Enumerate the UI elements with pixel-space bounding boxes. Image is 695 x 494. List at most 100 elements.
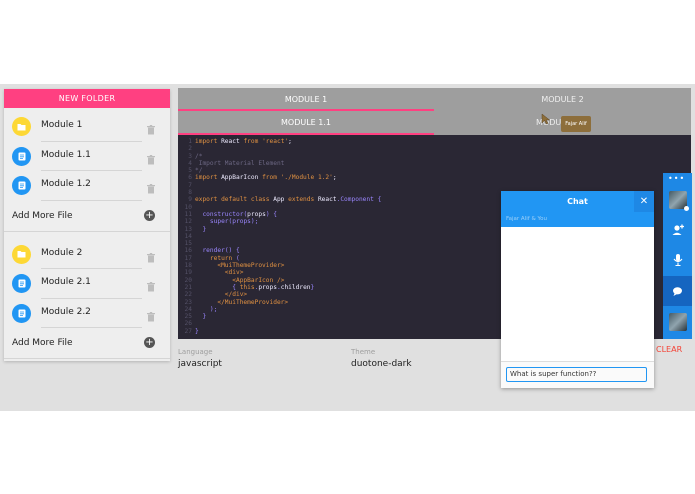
trash-icon[interactable] bbox=[147, 150, 155, 169]
file-sidebar: NEW FOLDER Module 1 Module 1.1 Module 1.2 A… bbox=[4, 89, 170, 361]
code-token: super bbox=[209, 218, 229, 226]
line-number: 20 bbox=[184, 276, 192, 284]
line-number: 3 bbox=[188, 152, 192, 160]
avatar bbox=[668, 191, 689, 211]
line-number: 22 bbox=[184, 291, 192, 299]
code-token: </div> bbox=[195, 291, 248, 299]
line-number: 13 bbox=[184, 225, 192, 233]
document-icon bbox=[12, 274, 31, 293]
clear-button[interactable]: CLEAR bbox=[656, 345, 682, 354]
trash-icon[interactable] bbox=[147, 277, 155, 296]
add-file-label: Add More File bbox=[12, 210, 73, 221]
code-token: } bbox=[195, 327, 199, 335]
status-dot bbox=[683, 206, 689, 211]
line-number: 26 bbox=[184, 320, 192, 328]
code-token: props bbox=[258, 283, 277, 291]
line-number: 19 bbox=[184, 269, 192, 277]
line-number: 17 bbox=[184, 254, 192, 262]
close-icon[interactable]: ✕ bbox=[634, 191, 654, 212]
code-token: export default class bbox=[195, 196, 274, 204]
code-token: ) { bbox=[265, 210, 277, 218]
trash-icon[interactable] bbox=[147, 248, 155, 267]
microphone-button[interactable] bbox=[663, 245, 692, 275]
code-token: import bbox=[195, 174, 222, 182]
line-number: 24 bbox=[184, 305, 192, 313]
folder-icon bbox=[12, 117, 31, 136]
file-item[interactable]: Module 2.2 bbox=[4, 299, 170, 328]
code-token: constructor bbox=[202, 210, 244, 218]
code-token: ; bbox=[288, 138, 292, 145]
line-number: 2 bbox=[188, 145, 192, 153]
trash-icon[interactable] bbox=[147, 307, 155, 326]
theme-select[interactable]: duotone-dark bbox=[351, 359, 412, 369]
trash-icon[interactable] bbox=[147, 120, 155, 139]
line-number: 21 bbox=[184, 283, 192, 291]
plus-icon: + bbox=[144, 209, 155, 221]
second-avatar-button[interactable] bbox=[663, 307, 692, 337]
chat-bubble-icon bbox=[673, 286, 682, 296]
line-number: 16 bbox=[184, 247, 192, 255]
file-label: Module 1 bbox=[41, 120, 83, 130]
file-label: Module 1.1 bbox=[41, 149, 91, 160]
code-token: <MuiThemeProvider> bbox=[195, 262, 285, 270]
code-token: ); bbox=[195, 305, 218, 313]
line-number: 9 bbox=[188, 196, 192, 204]
document-icon bbox=[12, 146, 31, 166]
code-line: 3/* bbox=[178, 153, 691, 160]
line-number: 7 bbox=[188, 181, 192, 189]
code-token: Import Material Element bbox=[195, 159, 285, 167]
file-label: Module 2.2 bbox=[41, 306, 91, 317]
code-token: import bbox=[195, 138, 222, 145]
chat-input-area: What is super function?? bbox=[501, 361, 654, 388]
line-number: 4 bbox=[188, 159, 192, 167]
chat-header: Chat ✕ bbox=[501, 191, 654, 212]
chat-button[interactable] bbox=[663, 276, 692, 306]
tab-module-1-1[interactable]: MODULE 1.1 bbox=[178, 111, 434, 135]
line-number: 8 bbox=[188, 189, 192, 197]
code-token: } bbox=[310, 283, 315, 291]
code-token: } bbox=[195, 313, 207, 321]
code-token: App bbox=[273, 196, 289, 204]
add-more-file-button[interactable]: Add More File + bbox=[4, 201, 170, 232]
code-token: from bbox=[243, 138, 263, 145]
line-number: 27 bbox=[184, 327, 192, 335]
trash-icon[interactable] bbox=[147, 179, 155, 198]
code-token: { bbox=[195, 283, 240, 291]
code-token: from bbox=[262, 174, 281, 182]
user-tooltip: Fajar Alif bbox=[561, 116, 591, 132]
user-avatar-button[interactable] bbox=[663, 185, 692, 215]
file-item[interactable]: Module 1.1 bbox=[4, 142, 170, 171]
page: NEW FOLDER Module 1 Module 1.1 Module 1.2 A… bbox=[0, 0, 695, 494]
file-label: Module 1.2 bbox=[41, 179, 91, 189]
code-line: 5 */ bbox=[178, 167, 691, 174]
tab-module-2[interactable]: MODULE 2 bbox=[434, 88, 691, 111]
new-folder-button[interactable]: NEW FOLDER bbox=[4, 89, 170, 108]
more-icon[interactable]: ••• bbox=[668, 175, 685, 183]
file-item[interactable]: Module 1.2 bbox=[4, 171, 170, 201]
file-item[interactable]: Module 2.1 bbox=[4, 269, 170, 299]
code-line: 7 bbox=[178, 182, 691, 189]
file-label: Module 2.1 bbox=[41, 277, 91, 287]
file-groups: Module 1 Module 1.1 Module 1.2 Add More Fil… bbox=[4, 112, 170, 359]
add-more-file-button[interactable]: Add More File + bbox=[4, 328, 170, 359]
code-token: 'react' bbox=[262, 138, 289, 145]
code-token: React bbox=[221, 138, 244, 145]
line-number: 23 bbox=[184, 298, 192, 306]
line-number: 1 bbox=[188, 138, 192, 145]
chat-message-input[interactable]: What is super function?? bbox=[506, 367, 647, 382]
language-label: Language bbox=[178, 348, 213, 356]
theme-label: Theme bbox=[351, 348, 376, 356]
tab-module-1[interactable]: MODULE 1 bbox=[178, 88, 434, 111]
file-item[interactable]: Module 1 bbox=[4, 112, 170, 142]
tab-label: MODULE 2 bbox=[541, 95, 584, 104]
line-number: 6 bbox=[188, 174, 192, 182]
add-user-button[interactable] bbox=[663, 215, 692, 245]
line-number: 18 bbox=[184, 262, 192, 270]
code-token: './Module 1.2' bbox=[280, 174, 333, 182]
file-item[interactable]: Module 2 bbox=[4, 240, 170, 269]
language-select[interactable]: javascript bbox=[178, 359, 222, 369]
code-token: React bbox=[317, 196, 337, 204]
code-token: return bbox=[195, 254, 236, 262]
